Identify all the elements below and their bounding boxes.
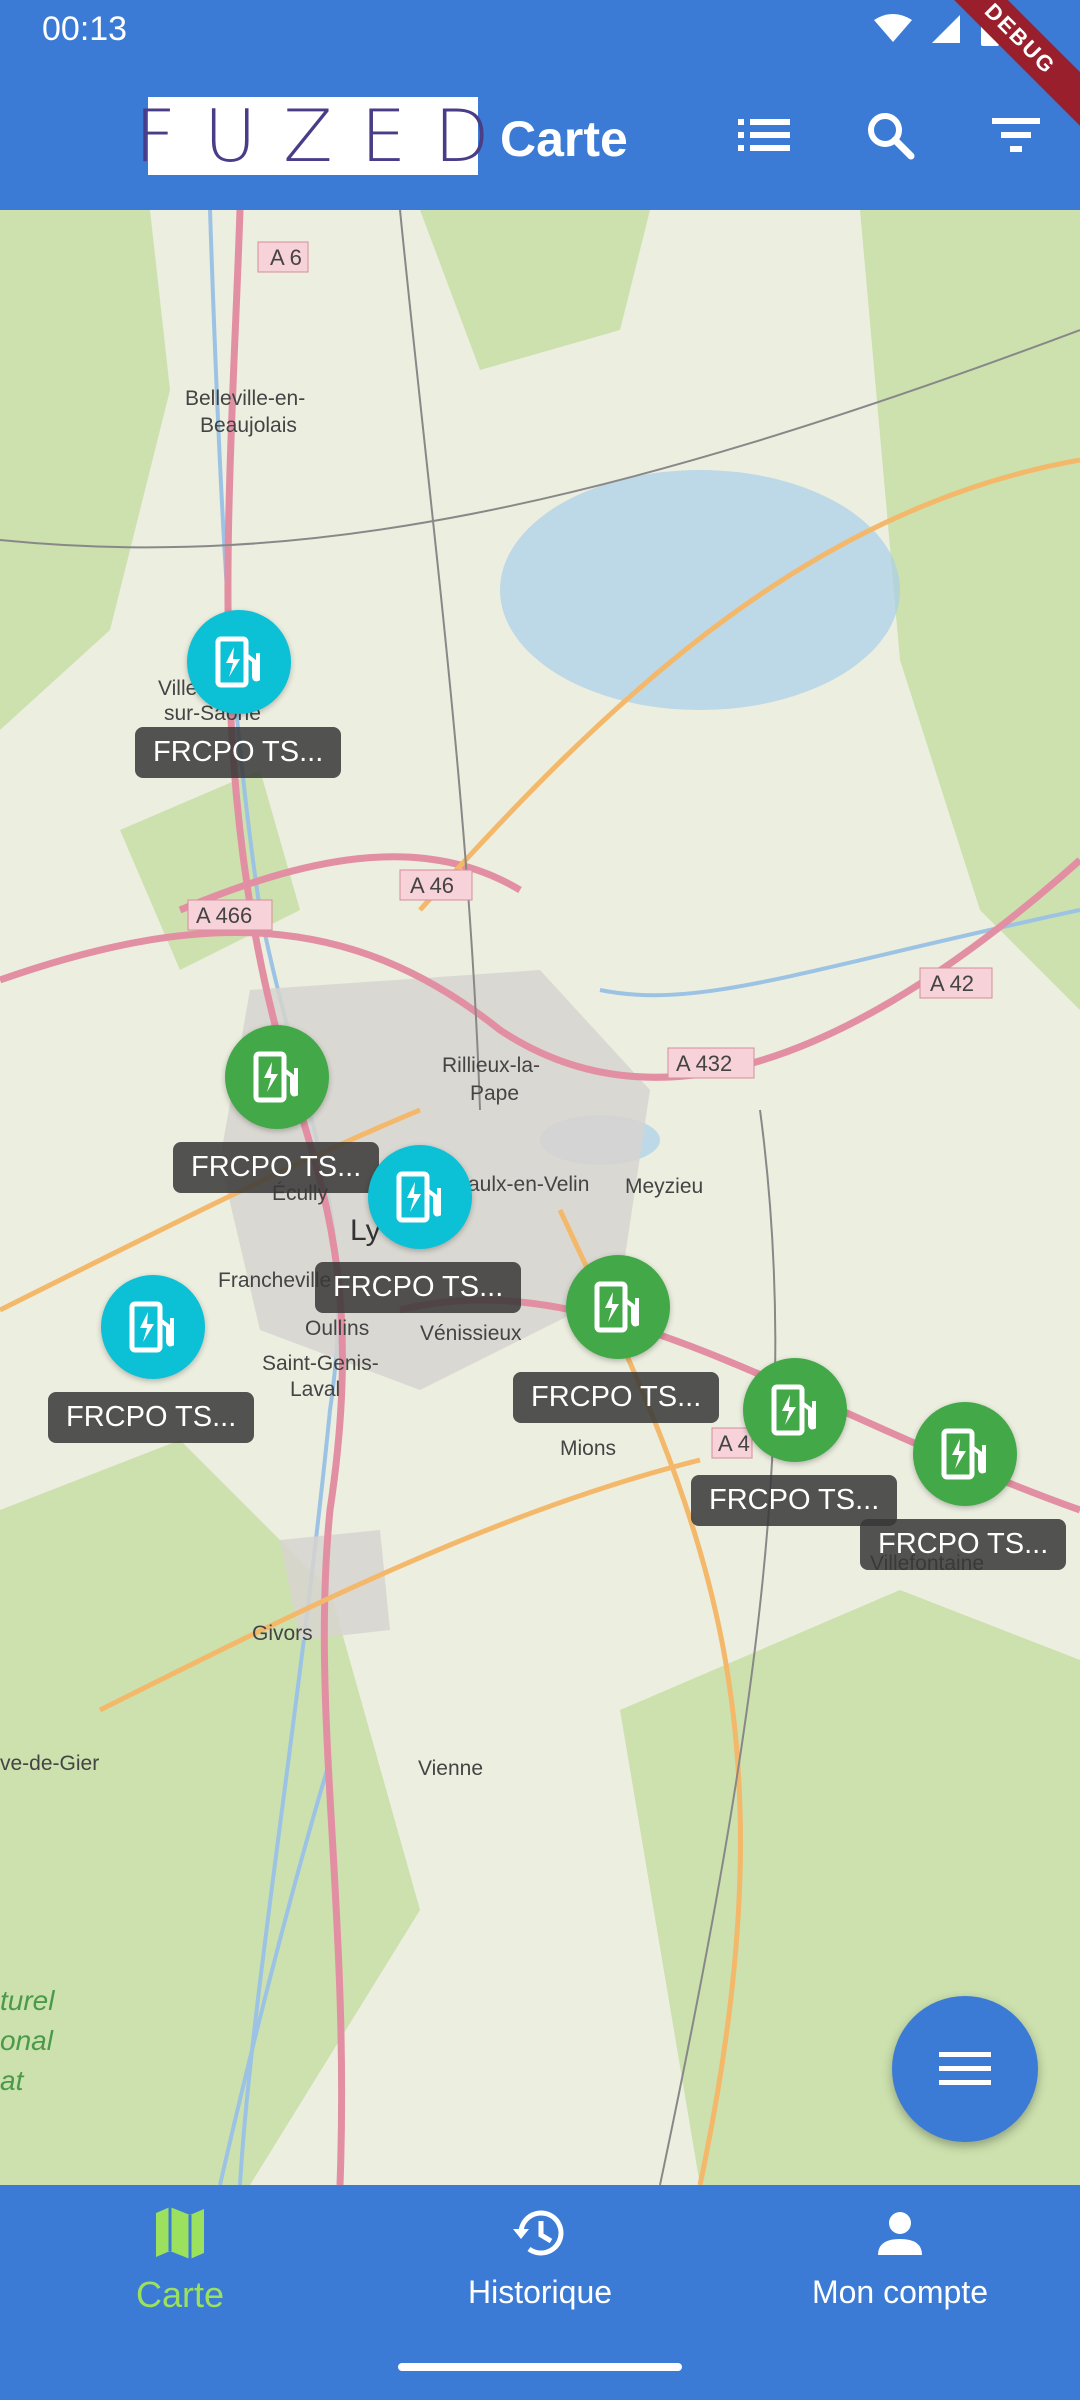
station-pin-6[interactable] (743, 1358, 847, 1462)
station-pin-1[interactable] (187, 610, 291, 714)
app-bar: FUZED Carte (0, 60, 1080, 210)
ev-station-icon (396, 1171, 441, 1223)
svg-text:A 42: A 42 (930, 971, 974, 996)
svg-text:Beaujolais: Beaujolais (200, 414, 297, 437)
station-label-1[interactable]: FRCPO TS... (135, 727, 342, 778)
signal-icon (932, 15, 960, 43)
menu-fab[interactable] (892, 1996, 1038, 2142)
station-pin-5[interactable] (566, 1255, 670, 1359)
svg-text:Vienne: Vienne (418, 1757, 483, 1780)
ev-station-icon (771, 1384, 816, 1436)
history-icon (513, 2210, 564, 2256)
nav-label-mon-compte: Mon compte (811, 2274, 989, 2310)
page-title: Carte (500, 111, 628, 167)
nav-label-carte: Carte (135, 2274, 225, 2315)
svg-text:A 4: A 4 (718, 1431, 750, 1456)
nav-item-carte[interactable]: Carte (30, 2205, 330, 2316)
station-pin-4[interactable] (101, 1275, 205, 1379)
nav-item-mon-compte[interactable]: Mon compte (750, 2205, 1050, 2311)
svg-text:Saint-Genis-: Saint-Genis- (262, 1352, 379, 1375)
nav-item-historique[interactable]: Historique (390, 2205, 690, 2311)
svg-text:ve-de-Gier: ve-de-Gier (0, 1752, 99, 1775)
map-tiles: A 6 A 46 A 466 A 432 A 42 A 4 Belleville… (0, 210, 1080, 2185)
station-label-5[interactable]: FRCPO TS... (513, 1372, 720, 1423)
menu-icon (939, 2052, 991, 2085)
station-label-3[interactable]: FRCPO TS... (315, 1262, 522, 1313)
wifi-icon (874, 14, 912, 42)
svg-text:Pape: Pape (470, 1082, 519, 1105)
svg-text:A 6: A 6 (270, 245, 302, 270)
station-pin-2[interactable] (225, 1025, 329, 1129)
svg-text:onal: onal (0, 2025, 54, 2056)
svg-text:Meyzieu: Meyzieu (625, 1175, 703, 1198)
map-icon (156, 2207, 204, 2259)
fuzed-logo: FUZED (134, 94, 489, 178)
ev-station-icon (129, 1301, 174, 1353)
svg-text:turel: turel (0, 1985, 55, 2016)
svg-text:aulx-en-Velin: aulx-en-Velin (468, 1173, 589, 1196)
svg-text:at: at (0, 2065, 25, 2096)
list-view-button[interactable] (732, 103, 796, 167)
search-button[interactable] (858, 103, 922, 167)
station-label-4[interactable]: FRCPO TS... (48, 1392, 255, 1443)
svg-text:Mions: Mions (560, 1437, 616, 1460)
station-label-7[interactable]: FRCPO TS... (860, 1519, 1067, 1570)
filter-button[interactable] (984, 103, 1048, 167)
ev-station-icon (215, 636, 260, 688)
ev-station-icon (594, 1281, 639, 1333)
svg-text:Oullins: Oullins (305, 1317, 369, 1340)
station-pin-7[interactable] (913, 1402, 1017, 1506)
ev-station-icon (941, 1428, 986, 1480)
filter-icon (992, 118, 1040, 152)
status-time: 00:13 (42, 10, 128, 48)
person-icon (878, 2212, 922, 2255)
svg-text:Belleville-en-: Belleville-en- (185, 387, 305, 410)
svg-text:A 46: A 46 (410, 873, 454, 898)
status-bar: 00:13 (0, 0, 1080, 60)
svg-text:A 466: A 466 (196, 903, 252, 928)
logo-text: FUZED (134, 94, 518, 178)
svg-text:A 432: A 432 (676, 1051, 732, 1076)
map-view[interactable]: A 6 A 46 A 466 A 432 A 42 A 4 Belleville… (0, 210, 1080, 2185)
svg-text:Laval: Laval (290, 1378, 340, 1401)
svg-text:Rillieux-la-: Rillieux-la- (442, 1054, 540, 1077)
home-indicator[interactable] (398, 2363, 682, 2371)
svg-text:Vénissieux: Vénissieux (420, 1322, 522, 1345)
station-pin-3[interactable] (368, 1145, 472, 1249)
search-icon (868, 113, 915, 160)
list-icon (738, 119, 790, 151)
ev-station-icon (253, 1051, 298, 1103)
svg-text:Givors: Givors (252, 1622, 313, 1645)
station-label-2[interactable]: FRCPO TS... (173, 1142, 380, 1193)
nav-label-historique: Historique (467, 2274, 613, 2310)
